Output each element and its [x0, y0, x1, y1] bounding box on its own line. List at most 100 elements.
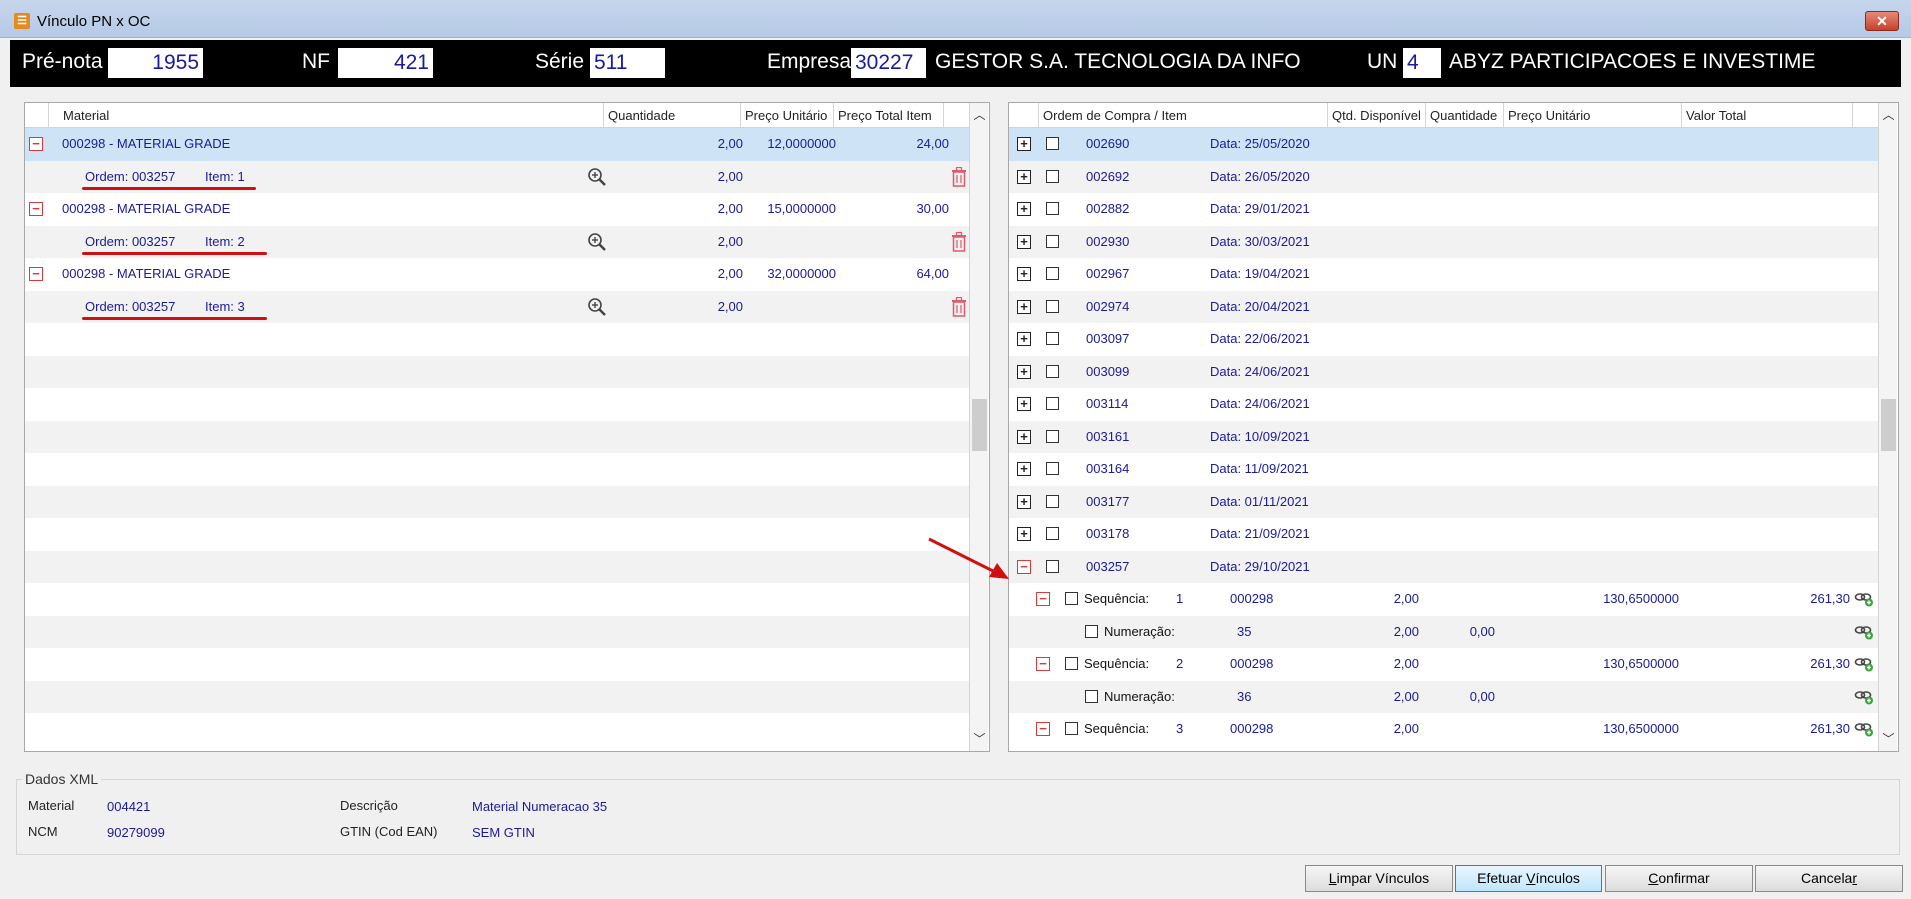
order-checkbox[interactable]: [1046, 332, 1059, 345]
collapse-icon[interactable]: −: [1017, 559, 1031, 574]
expand-icon[interactable]: +: [1017, 527, 1031, 541]
order-checkbox[interactable]: [1046, 494, 1059, 508]
expand-icon[interactable]: +: [1017, 332, 1031, 346]
numeracao-checkbox[interactable]: [1085, 624, 1098, 638]
table-row[interactable]: − 000298 - MATERIAL GRADE 2,00 15,000000…: [25, 193, 969, 226]
empresa-code-field[interactable]: 30227: [851, 48, 926, 78]
expand-icon[interactable]: +: [1017, 429, 1031, 444]
efetuar-vinculos-button[interactable]: Efetuar Vínculos: [1455, 865, 1602, 892]
scroll-up-icon[interactable]: ︿: [1879, 105, 1898, 125]
col-preco-unitario[interactable]: Preço Unitário: [1504, 103, 1682, 128]
numeracao-row[interactable]: Numeração: 35 2,00 0,00: [1009, 615, 1878, 649]
order-checkbox[interactable]: [1046, 462, 1059, 475]
col-ordem-compra[interactable]: Ordem de Compra / Item: [1039, 103, 1328, 128]
order-checkbox[interactable]: [1046, 429, 1059, 443]
scroll-down-icon[interactable]: ﹀: [1879, 729, 1898, 749]
material-grid[interactable]: Material Quantidade Preço Unitário Preço…: [24, 102, 990, 752]
collapse-icon[interactable]: −: [29, 202, 43, 216]
col-material[interactable]: Material: [49, 103, 604, 128]
order-row[interactable]: +002882 Data: 29/01/2021: [1009, 193, 1878, 226]
order-row[interactable]: +003114 Data: 24/06/2021: [1009, 388, 1878, 421]
confirmar-button[interactable]: Confirmar: [1605, 865, 1753, 892]
sequence-row[interactable]: − Sequência: 2 000298 2,00 130,6500000 261,30: [1009, 648, 1878, 681]
sequence-checkbox[interactable]: [1065, 592, 1078, 605]
order-row[interactable]: +002930 Data: 30/03/2021: [1009, 225, 1878, 258]
order-checkbox[interactable]: [1046, 137, 1059, 150]
quantidade-cell[interactable]: 0,00: [1421, 681, 1495, 714]
sequence-row[interactable]: − Sequência: 1 000298 2,00 130,6500000 261,30: [1009, 583, 1878, 616]
expand-icon[interactable]: +: [1017, 299, 1031, 314]
qty-cell[interactable]: 2,00: [675, 258, 743, 291]
numeracao-checkbox[interactable]: [1085, 689, 1098, 703]
expand-icon[interactable]: +: [1017, 397, 1031, 411]
table-row[interactable]: − 000298 - MATERIAL GRADE 2,00 12,000000…: [25, 128, 969, 161]
expand-icon[interactable]: +: [1017, 169, 1031, 184]
sequence-row[interactable]: − Sequência: 3 000298 2,00 130,6500000 261,30: [1009, 713, 1878, 746]
order-row[interactable]: +002690 Data: 25/05/2020: [1009, 128, 1878, 161]
scroll-down-icon[interactable]: ﹀: [970, 729, 989, 749]
col-quantidade[interactable]: Quantidade: [1426, 103, 1504, 128]
order-row[interactable]: +003097 Data: 22/06/2021: [1009, 323, 1878, 356]
expand-icon[interactable]: +: [1017, 137, 1031, 151]
link-icon[interactable]: [1854, 656, 1874, 672]
order-checkbox[interactable]: [1046, 267, 1059, 280]
expand-icon[interactable]: +: [1017, 267, 1031, 281]
qty-cell[interactable]: 2,00: [675, 193, 743, 226]
qty-cell[interactable]: 2,00: [675, 128, 743, 161]
order-checkbox[interactable]: [1046, 169, 1059, 183]
un-code-field[interactable]: 4: [1403, 48, 1441, 78]
order-checkbox[interactable]: [1046, 527, 1059, 540]
expand-icon[interactable]: +: [1017, 494, 1031, 509]
order-row[interactable]: +002692 Data: 26/05/2020: [1009, 160, 1878, 193]
numeracao-row[interactable]: Numeração: 36 2,00 0,00: [1009, 680, 1878, 714]
order-row[interactable]: +003177 Data: 01/11/2021: [1009, 485, 1878, 518]
left-grid-scrollbar[interactable]: ︿ ﹀: [969, 103, 988, 751]
prenota-field[interactable]: 1955: [108, 48, 203, 78]
expand-icon[interactable]: +: [1017, 234, 1031, 249]
close-button[interactable]: ✕: [1865, 11, 1899, 31]
link-icon[interactable]: [1854, 721, 1874, 737]
expand-icon[interactable]: +: [1017, 364, 1031, 379]
col-preco-unitario[interactable]: Preço Unitário: [741, 103, 834, 128]
scroll-thumb[interactable]: [972, 399, 987, 451]
collapse-icon[interactable]: −: [1036, 722, 1050, 736]
order-checkbox[interactable]: [1046, 299, 1059, 313]
col-qtd-disponivel[interactable]: Qtd. Disponível: [1328, 103, 1426, 128]
trash-icon[interactable]: [951, 231, 967, 252]
zoom-icon[interactable]: [587, 297, 607, 317]
scroll-thumb[interactable]: [1881, 399, 1896, 451]
order-row[interactable]: +003099 Data: 24/06/2021: [1009, 355, 1878, 388]
trash-icon[interactable]: [951, 166, 967, 187]
scroll-up-icon[interactable]: ︿: [970, 105, 989, 125]
col-quantidade[interactable]: Quantidade: [604, 103, 741, 128]
order-checkbox[interactable]: [1046, 364, 1059, 378]
order-row[interactable]: +003178 Data: 21/09/2021: [1009, 518, 1878, 551]
order-row[interactable]: +002967 Data: 19/04/2021: [1009, 258, 1878, 291]
table-row[interactable]: − 000298 - MATERIAL GRADE 2,00 32,000000…: [25, 258, 969, 291]
order-row[interactable]: − 003257 Data: 29/10/2021: [1009, 550, 1878, 583]
order-checkbox[interactable]: [1046, 202, 1059, 215]
order-checkbox[interactable]: [1046, 559, 1059, 573]
trash-icon[interactable]: [951, 296, 967, 317]
collapse-icon[interactable]: −: [1036, 657, 1050, 671]
col-preco-total[interactable]: Preço Total Item: [834, 103, 944, 128]
order-checkbox[interactable]: [1046, 397, 1059, 410]
link-icon[interactable]: [1854, 689, 1874, 705]
zoom-icon[interactable]: [587, 232, 607, 252]
sequence-checkbox[interactable]: [1065, 722, 1078, 735]
order-row[interactable]: +003161 Data: 10/09/2021: [1009, 420, 1878, 453]
nf-field[interactable]: 421: [338, 48, 433, 78]
link-icon[interactable]: [1854, 624, 1874, 640]
col-valor-total[interactable]: Valor Total: [1682, 103, 1853, 128]
order-row[interactable]: +002974 Data: 20/04/2021: [1009, 290, 1878, 323]
expand-icon[interactable]: +: [1017, 462, 1031, 476]
expand-icon[interactable]: +: [1017, 202, 1031, 216]
order-checkbox[interactable]: [1046, 234, 1059, 248]
collapse-icon[interactable]: −: [1036, 592, 1050, 606]
quantidade-cell[interactable]: 0,00: [1421, 616, 1495, 649]
limpar-vinculos-button[interactable]: Limpar Vínculos: [1305, 865, 1453, 892]
collapse-icon[interactable]: −: [29, 137, 43, 151]
collapse-icon[interactable]: −: [29, 267, 43, 281]
cancelar-button[interactable]: Cancelar: [1755, 865, 1903, 892]
purchase-order-grid[interactable]: Ordem de Compra / Item Qtd. Disponível Q…: [1008, 102, 1899, 752]
